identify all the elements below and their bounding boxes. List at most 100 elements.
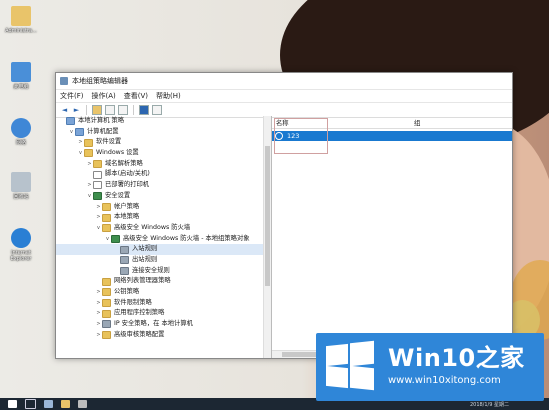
menu-view[interactable]: 查看(V) xyxy=(124,91,148,101)
tree-node[interactable]: > 帐户策略 xyxy=(56,202,271,213)
menu-help[interactable]: 帮助(H) xyxy=(156,91,181,101)
tree-node[interactable]: 本地计算机 策略 xyxy=(56,116,271,127)
selection-highlight xyxy=(274,118,328,154)
up-folder-icon[interactable] xyxy=(92,105,102,115)
tree-node-label: IP 安全策略，在 本地计算机 xyxy=(114,320,193,328)
desktop-icon-label: 网络 xyxy=(15,140,26,146)
tree-node[interactable]: > 软件设置 xyxy=(56,137,271,148)
tree-node[interactable]: > 高级审核策略配置 xyxy=(56,330,271,341)
tree-node[interactable]: > 公钥策略 xyxy=(56,287,271,298)
scroll-thumb[interactable] xyxy=(265,146,270,286)
tree-node[interactable]: > 已部署的打印机 xyxy=(56,180,271,191)
menu-file[interactable]: 文件(F) xyxy=(60,91,84,101)
tree-node-label: 软件设置 xyxy=(96,138,122,146)
tree-node[interactable]: 出站规则 xyxy=(56,255,271,266)
properties-icon[interactable] xyxy=(152,105,162,115)
folder-icon xyxy=(102,213,111,222)
app-icon xyxy=(60,77,68,85)
tree-node[interactable]: 连接安全规则 xyxy=(56,266,271,277)
desktop-icon-admin[interactable]: Administra... xyxy=(4,6,38,34)
tree-node-label: Windows 设置 xyxy=(96,149,139,157)
watermark-logo: Win10之家 www.win10xitong.com xyxy=(316,333,544,401)
folder-icon xyxy=(102,309,111,318)
column-header-group[interactable]: 组 xyxy=(414,118,420,127)
doc-icon xyxy=(93,170,102,179)
window-title: 本地组策略编辑器 xyxy=(72,77,128,85)
chevron-right-icon[interactable]: > xyxy=(95,212,102,223)
folder-icon xyxy=(84,138,93,147)
tree-node-label: 高级安全 Windows 防火墙 xyxy=(114,223,191,231)
tree-node[interactable]: > 本地策略 xyxy=(56,212,271,223)
tree-node[interactable]: v 高级安全 Windows 防火墙 - 本地组策略对象 xyxy=(56,234,271,245)
watermark-site: www.win10xitong.com xyxy=(388,375,501,386)
chevron-down-icon[interactable]: v xyxy=(77,148,84,159)
show-tree-icon[interactable] xyxy=(105,105,115,115)
tree-node-label: 脚本(启动/关机) xyxy=(105,170,150,178)
chevron-right-icon[interactable]: > xyxy=(77,137,84,148)
tree-node[interactable]: > 应用程序控制策略 xyxy=(56,308,271,319)
tree-node[interactable]: > 软件限制策略 xyxy=(56,298,271,309)
file-explorer-icon[interactable] xyxy=(61,400,70,408)
desktop-icon-recycle-bin[interactable]: 回收站 xyxy=(4,172,38,200)
chevron-right-icon[interactable]: > xyxy=(86,180,93,191)
watermark-brand: Win10之家 xyxy=(388,344,525,372)
shield-icon xyxy=(111,234,120,243)
export-list-icon[interactable] xyxy=(118,105,128,115)
folder-icon xyxy=(102,277,111,286)
desktop-icon-label: Administra... xyxy=(5,28,37,34)
tree-scrollbar[interactable] xyxy=(263,116,271,358)
title-bar[interactable]: 本地组策略编辑器 xyxy=(56,73,512,90)
help-icon[interactable] xyxy=(139,105,149,115)
tree-node-label: 域名解析策略 xyxy=(105,159,143,167)
chevron-right-icon[interactable]: > xyxy=(86,159,93,170)
tree-node-label: 计算机配置 xyxy=(87,127,119,135)
tree-node[interactable]: v Windows 设置 xyxy=(56,148,271,159)
chevron-down-icon[interactable]: v xyxy=(86,191,93,202)
folder-icon xyxy=(102,224,111,233)
folder-icon xyxy=(102,331,111,340)
toolbar-separator xyxy=(86,105,87,115)
desktop-icon-network[interactable]: 网络 xyxy=(4,118,38,146)
toolbar-separator xyxy=(133,105,134,115)
clock[interactable]: 2018/1/9 星期二 xyxy=(470,401,509,408)
desktop-icon-ie[interactable]: Internet Explorer xyxy=(4,228,38,262)
ie-icon xyxy=(11,228,31,248)
edge-icon[interactable] xyxy=(44,400,53,408)
tree-node[interactable]: > IP 安全策略，在 本地计算机 xyxy=(56,319,271,330)
chevron-right-icon[interactable]: > xyxy=(95,287,102,298)
tree-node-label: 入站规则 xyxy=(132,245,158,253)
tree-node[interactable]: 网络列表管理器策略 xyxy=(56,276,271,287)
shield-icon xyxy=(93,192,102,201)
folder-icon xyxy=(93,160,102,169)
start-icon[interactable] xyxy=(8,400,17,408)
tree-node-label: 帐户策略 xyxy=(114,202,140,210)
chevron-right-icon[interactable]: > xyxy=(95,308,102,319)
desktop-icon-this-pc[interactable]: 此电脑 xyxy=(4,62,38,90)
tree-node-label: 连接安全规则 xyxy=(132,266,170,274)
tree-node-label: 高级安全 Windows 防火墙 - 本地组策略对象 xyxy=(123,234,250,242)
task-view-icon[interactable] xyxy=(25,399,36,409)
menu-action[interactable]: 操作(A) xyxy=(92,91,116,101)
tree-node[interactable]: 脚本(启动/关机) xyxy=(56,169,271,180)
gear-icon xyxy=(120,256,129,265)
forward-button[interactable]: ► xyxy=(72,106,81,115)
tree-node[interactable]: v 安全设置 xyxy=(56,191,271,202)
tree-node[interactable]: 入站规则 xyxy=(56,244,271,255)
chevron-right-icon[interactable]: > xyxy=(95,319,102,330)
store-icon[interactable] xyxy=(78,400,87,408)
chevron-right-icon[interactable]: > xyxy=(95,202,102,213)
gear-icon xyxy=(102,320,111,329)
window-body: 本地计算机 策略 v 计算机配置 > 软件设置 v Windows 设置 > 域名解析策略 脚本(… xyxy=(56,116,512,358)
tree-node[interactable]: > 域名解析策略 xyxy=(56,159,271,170)
chevron-right-icon[interactable]: > xyxy=(95,298,102,309)
back-button[interactable]: ◄ xyxy=(60,106,69,115)
tree-node[interactable]: v 计算机配置 xyxy=(56,127,271,138)
gear-icon xyxy=(120,245,129,254)
chevron-down-icon[interactable]: v xyxy=(104,234,111,245)
tree-node-label: 高级审核策略配置 xyxy=(114,330,165,338)
chevron-down-icon[interactable]: v xyxy=(68,127,75,138)
chevron-right-icon[interactable]: > xyxy=(95,330,102,341)
desktop-icon-label: 回收站 xyxy=(13,194,29,200)
tree-node[interactable]: v 高级安全 Windows 防火墙 xyxy=(56,223,271,234)
chevron-down-icon[interactable]: v xyxy=(95,223,102,234)
